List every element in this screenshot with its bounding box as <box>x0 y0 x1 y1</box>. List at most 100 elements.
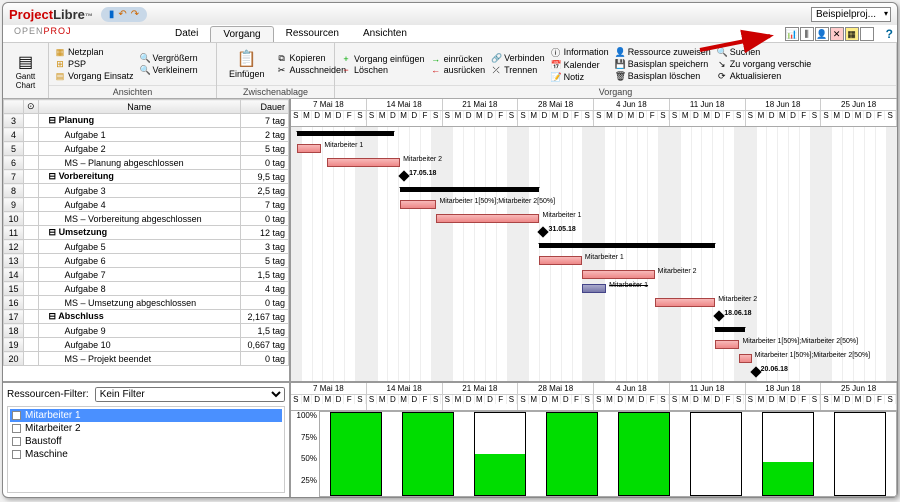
netplan-button[interactable]: ▦Netzplan <box>55 47 134 58</box>
plus-icon: + <box>341 54 351 64</box>
calendar-button[interactable]: 📅Kalender <box>551 60 609 71</box>
checkbox-icon[interactable] <box>12 411 21 420</box>
task-usage-button[interactable]: ▤Vorgang Einsatz <box>55 71 134 82</box>
menu-views[interactable]: Ansichten <box>351 26 419 41</box>
histogram-icon[interactable]: ⫼ <box>800 27 814 41</box>
list-item[interactable]: Mitarbeiter 1 <box>10 409 282 422</box>
copy-icon: ⧉ <box>277 53 287 64</box>
info-button[interactable]: ⓘInformation <box>551 46 609 59</box>
table-row[interactable]: 11⊟ Umsetzung12 tag <box>4 226 289 240</box>
openproj-label: OPENPROJ <box>14 26 72 36</box>
list-item[interactable]: Maschine <box>10 448 282 461</box>
table-row[interactable]: 13Aufgabe 65 tag <box>4 254 289 268</box>
table-row[interactable]: 7⊟ Vorbereitung9,5 tag <box>4 170 289 184</box>
titlebar: ProjectLibre™ ▮ ↶ ↷ Beispielproj... <box>3 3 897 25</box>
note-button[interactable]: 📝Notiz <box>551 72 609 83</box>
zoom-in-button[interactable]: 🔍Vergrößern <box>140 53 198 64</box>
menu-file[interactable]: Datei <box>163 26 210 41</box>
calendar-icon: 📅 <box>551 60 561 71</box>
task-grid[interactable]: ⊙NameDauer 3⊟ Planung7 tag4Aufgabe 12 ta… <box>3 99 289 381</box>
goto-button[interactable]: ↘Zu vorgang verschie <box>717 59 812 70</box>
update-button[interactable]: ⟳Aktualisieren <box>717 71 812 82</box>
undo-icon[interactable]: ↶ <box>118 9 126 20</box>
list-item[interactable]: Baustoff <box>10 435 282 448</box>
table-row[interactable]: 14Aufgabe 71,5 tag <box>4 268 289 282</box>
table-row[interactable]: 18Aufgabe 91,5 tag <box>4 324 289 338</box>
table-row[interactable]: 19Aufgabe 100,667 tag <box>4 338 289 352</box>
table-row[interactable]: 9Aufgabe 47 tag <box>4 198 289 212</box>
table-row[interactable]: 12Aufgabe 53 tag <box>4 240 289 254</box>
resource-list[interactable]: Mitarbeiter 1Mitarbeiter 2BaustoffMaschi… <box>7 406 285 493</box>
gantt-chart-button[interactable]: ▤Gantt Chart <box>9 45 42 96</box>
table-row[interactable]: 8Aufgabe 32,5 tag <box>4 184 289 198</box>
paste-button[interactable]: 📋Einfügen <box>223 45 271 83</box>
project-selector[interactable]: Beispielproj... <box>811 7 891 22</box>
note-icon: 📝 <box>551 72 561 83</box>
paste-icon: 📋 <box>237 49 257 69</box>
app-logo: ProjectLibre™ <box>9 7 93 22</box>
group-label: Vorgang <box>335 85 896 98</box>
table-row[interactable]: 5Aufgabe 25 tag <box>4 142 289 156</box>
col-duration[interactable]: Dauer <box>241 100 289 114</box>
quick-access-toolbar: ▮ ↶ ↷ <box>101 7 147 22</box>
resource-icon[interactable]: 👤 <box>815 27 829 41</box>
gantt-body[interactable]: Mitarbeiter 1Mitarbeiter 217.05.18Mitarb… <box>291 127 897 381</box>
list-item[interactable]: Mitarbeiter 2 <box>10 422 282 435</box>
save-icon: 💾 <box>615 59 625 70</box>
redo-icon[interactable]: ↷ <box>131 9 139 20</box>
zoom-out-button[interactable]: 🔍Verkleinern <box>140 65 198 76</box>
insert-task-button[interactable]: +Vorgang einfügen <box>341 54 425 64</box>
task-grid-pane: ⊙NameDauer 3⊟ Planung7 tag4Aufgabe 12 ta… <box>3 99 291 381</box>
table-row[interactable]: 10MS – Vorbereitung abgeschlossen0 tag <box>4 212 289 226</box>
unlink-button[interactable]: ⤫Trennen <box>491 65 545 76</box>
table-row[interactable]: 16MS – Umsetzung abgeschlossen0 tag <box>4 296 289 310</box>
menu-task[interactable]: Vorgang <box>210 26 273 42</box>
network-icon: ▦ <box>55 47 65 58</box>
outdent-icon: ← <box>431 65 441 75</box>
menu-resources[interactable]: Ressourcen <box>274 26 351 41</box>
checkbox-icon[interactable] <box>12 450 21 459</box>
table-row[interactable]: 6MS – Planung abgeschlossen0 tag <box>4 156 289 170</box>
table-row[interactable]: 20MS – Projekt beendet0 tag <box>4 352 289 366</box>
group-label: Ansichten <box>49 85 216 98</box>
baseline-delete-button[interactable]: 🗑Basisplan löschen <box>615 71 711 82</box>
gantt-pane[interactable]: 7 Mai 18SMDMDFS14 Mai 18SMDMDFS21 Mai 18… <box>291 99 897 381</box>
refresh-icon: ⟳ <box>717 71 727 82</box>
search-icon: 🔍 <box>717 47 727 58</box>
blank-icon[interactable] <box>860 27 874 41</box>
table-icon[interactable]: ▦ <box>845 27 859 41</box>
gantt-header: 7 Mai 18SMDMDFS14 Mai 18SMDMDFS21 Mai 18… <box>291 99 897 127</box>
indent-icon: → <box>431 54 441 64</box>
zoom-out-icon: 🔍 <box>140 65 150 76</box>
histogram-yaxis: 100%75%50%25% <box>291 411 319 497</box>
table-row[interactable]: 4Aufgabe 12 tag <box>4 128 289 142</box>
histogram-pane: 7 Mai 18SMDMDFS14 Mai 18SMDMDFS21 Mai 18… <box>291 383 897 497</box>
table-row[interactable]: 17⊟ Abschluss2,167 tag <box>4 310 289 324</box>
delete-task-button[interactable]: −Löschen <box>341 65 425 75</box>
find-button[interactable]: 🔍Suchen <box>717 47 812 58</box>
usage-icon: ▤ <box>55 71 65 82</box>
histogram-chart[interactable] <box>319 411 897 497</box>
checkbox-icon[interactable] <box>12 437 21 446</box>
help-icon[interactable]: ? <box>886 27 893 41</box>
chart-icon[interactable]: 📊 <box>785 27 799 41</box>
col-name[interactable]: Name <box>38 100 240 114</box>
close-view-icon[interactable]: ✕ <box>830 27 844 41</box>
filter-select[interactable]: Kein Filter <box>95 387 285 402</box>
psp-button[interactable]: ⊞PSP <box>55 59 134 70</box>
table-row[interactable]: 3⊟ Planung7 tag <box>4 114 289 128</box>
table-row[interactable]: 15Aufgabe 84 tag <box>4 282 289 296</box>
link-button[interactable]: 🔗Verbinden <box>491 53 545 64</box>
baseline-save-button[interactable]: 💾Basisplan speichern <box>615 59 711 70</box>
outdent-button[interactable]: ←ausrücken <box>431 65 486 75</box>
filter-label: Ressourcen-Filter: <box>7 389 89 400</box>
bottom-pane: Ressourcen-Filter: Kein Filter Mitarbeit… <box>3 381 897 497</box>
checkbox-icon[interactable] <box>12 424 21 433</box>
assign-button[interactable]: 👤Ressource zuweisen <box>615 47 711 58</box>
indent-button[interactable]: →einrücken <box>431 54 486 64</box>
save-icon[interactable]: ▮ <box>109 9 115 20</box>
menubar: Datei Vorgang Ressourcen Ansichten 📊 ⫼ 👤… <box>3 25 897 43</box>
app-window: ProjectLibre™ ▮ ↶ ↷ Beispielproj... OPEN… <box>2 2 898 498</box>
unlink-icon: ⤫ <box>491 65 501 76</box>
link-icon: 🔗 <box>491 53 501 64</box>
